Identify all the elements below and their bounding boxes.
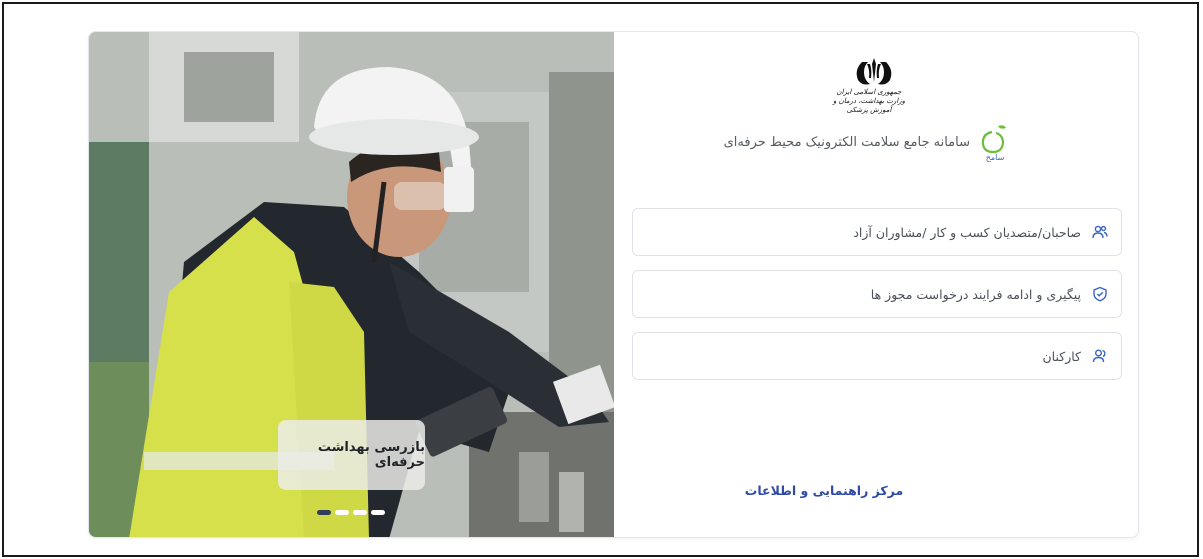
samh-logo-icon: سامح — [978, 122, 1012, 162]
users-icon — [1091, 223, 1109, 241]
system-title: سامانه جامع سلامت الکترونیک محیط حرفه‌ای — [723, 134, 970, 150]
ministry-text: جمهوری اسلامی ایران وزارت بهداشت، درمان … — [829, 88, 909, 115]
option-license-followup-label: پیگیری و ادامه فرایند درخواست مجوز ها — [870, 286, 1081, 302]
option-license-followup[interactable]: پیگیری و ادامه فرایند درخواست مجوز ها — [632, 270, 1122, 318]
user-group-icon — [1091, 347, 1109, 365]
carousel-dot-4[interactable] — [371, 510, 385, 515]
carousel-dot-1[interactable] — [317, 510, 331, 515]
carousel-indicators — [317, 510, 385, 515]
svg-text:سامح: سامح — [986, 153, 1005, 162]
option-employees-label: کارکنان — [1042, 348, 1081, 364]
login-panel: جمهوری اسلامی ایران وزارت بهداشت، درمان … — [614, 32, 1138, 537]
option-business-owners-label: صاحبان/متصدیان کسب و کار /مشاوران آزاد — [853, 224, 1081, 240]
carousel-dot-3[interactable] — [353, 510, 367, 515]
hero-caption: بازرسی بهداشت حرفه‌ای — [278, 420, 425, 490]
option-business-owners[interactable]: صاحبان/متصدیان کسب و کار /مشاوران آزاد — [632, 208, 1122, 256]
shield-check-icon — [1091, 285, 1109, 303]
login-card: بازرسی بهداشت حرفه‌ای جمهوری اسلامی ایرا… — [88, 31, 1139, 538]
ministry-line-1: جمهوری اسلامی ایران — [836, 88, 902, 96]
ministry-line-2: وزارت بهداشت، درمان و آموزش پزشکی — [832, 97, 906, 114]
option-employees[interactable]: کارکنان — [632, 332, 1122, 380]
hero-image: بازرسی بهداشت حرفه‌ای — [89, 32, 614, 537]
system-branding: سامح سامانه جامع سلامت الکترونیک محیط حر… — [724, 122, 1012, 162]
help-center-link[interactable]: مرکز راهنمایی و اطلاعات — [614, 483, 1034, 498]
carousel-dot-2[interactable] — [335, 510, 349, 515]
